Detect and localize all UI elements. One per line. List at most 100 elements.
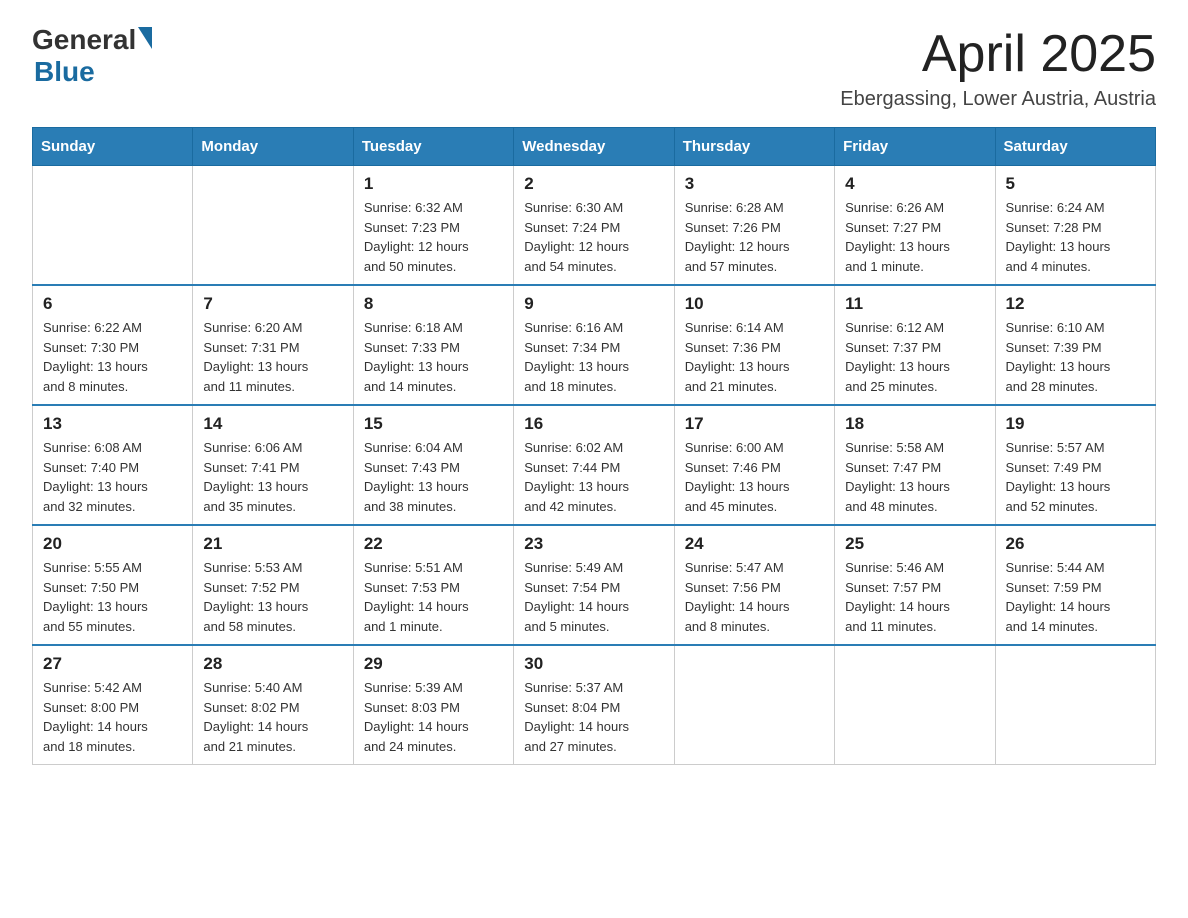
calendar-day-cell: 17 Sunrise: 6:00 AM Sunset: 7:46 PM Dayli… [674, 405, 834, 525]
calendar-day-cell: 11 Sunrise: 6:12 AM Sunset: 7:37 PM Dayli… [835, 285, 995, 405]
day-number: 28 [203, 654, 342, 674]
day-number: 16 [524, 414, 663, 434]
day-number: 18 [845, 414, 984, 434]
month-year-title: April 2025 [840, 24, 1156, 84]
day-info: Sunrise: 5:53 AM Sunset: 7:52 PM Dayligh… [203, 558, 342, 636]
day-number: 22 [364, 534, 503, 554]
day-info: Sunrise: 6:02 AM Sunset: 7:44 PM Dayligh… [524, 438, 663, 516]
day-info: Sunrise: 6:00 AM Sunset: 7:46 PM Dayligh… [685, 438, 824, 516]
day-number: 26 [1006, 534, 1145, 554]
calendar-day-cell: 16 Sunrise: 6:02 AM Sunset: 7:44 PM Dayli… [514, 405, 674, 525]
day-number: 15 [364, 414, 503, 434]
calendar-day-cell [33, 166, 193, 286]
calendar-day-header: Wednesday [514, 128, 674, 166]
calendar-day-cell [193, 166, 353, 286]
calendar-table: SundayMondayTuesdayWednesdayThursdayFrid… [32, 127, 1156, 765]
day-info: Sunrise: 6:18 AM Sunset: 7:33 PM Dayligh… [364, 318, 503, 396]
day-info: Sunrise: 6:22 AM Sunset: 7:30 PM Dayligh… [43, 318, 182, 396]
day-number: 19 [1006, 414, 1145, 434]
day-info: Sunrise: 6:12 AM Sunset: 7:37 PM Dayligh… [845, 318, 984, 396]
calendar-day-cell [835, 645, 995, 765]
day-number: 7 [203, 294, 342, 314]
location-subtitle: Ebergassing, Lower Austria, Austria [840, 88, 1156, 111]
day-info: Sunrise: 5:39 AM Sunset: 8:03 PM Dayligh… [364, 678, 503, 756]
day-number: 21 [203, 534, 342, 554]
calendar-day-cell: 20 Sunrise: 5:55 AM Sunset: 7:50 PM Dayli… [33, 525, 193, 645]
calendar-day-cell: 25 Sunrise: 5:46 AM Sunset: 7:57 PM Dayli… [835, 525, 995, 645]
day-info: Sunrise: 6:04 AM Sunset: 7:43 PM Dayligh… [364, 438, 503, 516]
day-number: 23 [524, 534, 663, 554]
calendar-day-cell: 3 Sunrise: 6:28 AM Sunset: 7:26 PM Daylig… [674, 166, 834, 286]
day-info: Sunrise: 6:20 AM Sunset: 7:31 PM Dayligh… [203, 318, 342, 396]
day-number: 29 [364, 654, 503, 674]
day-info: Sunrise: 5:44 AM Sunset: 7:59 PM Dayligh… [1006, 558, 1145, 636]
logo: General Blue [32, 24, 152, 88]
calendar-day-cell: 28 Sunrise: 5:40 AM Sunset: 8:02 PM Dayli… [193, 645, 353, 765]
calendar-day-cell: 6 Sunrise: 6:22 AM Sunset: 7:30 PM Daylig… [33, 285, 193, 405]
page-header: General Blue April 2025 Ebergassing, Low… [32, 24, 1156, 111]
day-number: 3 [685, 174, 824, 194]
day-number: 11 [845, 294, 984, 314]
day-info: Sunrise: 6:24 AM Sunset: 7:28 PM Dayligh… [1006, 198, 1145, 276]
calendar-day-cell: 27Sunrise: 5:42 AM Sunset: 8:00 PM Dayli… [33, 645, 193, 765]
calendar-day-cell: 15 Sunrise: 6:04 AM Sunset: 7:43 PM Dayli… [353, 405, 513, 525]
calendar-day-cell: 18 Sunrise: 5:58 AM Sunset: 7:47 PM Dayli… [835, 405, 995, 525]
calendar-week-row: 13 Sunrise: 6:08 AM Sunset: 7:40 PM Dayli… [33, 405, 1156, 525]
day-info: Sunrise: 6:32 AM Sunset: 7:23 PM Dayligh… [364, 198, 503, 276]
day-number: 9 [524, 294, 663, 314]
logo-blue-text: Blue [34, 56, 95, 88]
logo-arrow-icon [138, 27, 152, 49]
calendar-day-cell: 30 Sunrise: 5:37 AM Sunset: 8:04 PM Dayli… [514, 645, 674, 765]
title-section: April 2025 Ebergassing, Lower Austria, A… [840, 24, 1156, 111]
day-number: 1 [364, 174, 503, 194]
day-number: 27 [43, 654, 182, 674]
calendar-day-header: Monday [193, 128, 353, 166]
calendar-week-row: 6 Sunrise: 6:22 AM Sunset: 7:30 PM Daylig… [33, 285, 1156, 405]
calendar-day-cell: 10 Sunrise: 6:14 AM Sunset: 7:36 PM Dayli… [674, 285, 834, 405]
day-number: 10 [685, 294, 824, 314]
day-info: Sunrise: 6:16 AM Sunset: 7:34 PM Dayligh… [524, 318, 663, 396]
day-info: Sunrise: 5:58 AM Sunset: 7:47 PM Dayligh… [845, 438, 984, 516]
calendar-week-row: 27Sunrise: 5:42 AM Sunset: 8:00 PM Dayli… [33, 645, 1156, 765]
logo-general-text: General [32, 24, 136, 56]
day-number: 6 [43, 294, 182, 314]
calendar-day-header: Saturday [995, 128, 1155, 166]
day-number: 30 [524, 654, 663, 674]
day-number: 25 [845, 534, 984, 554]
calendar-day-cell: 5Sunrise: 6:24 AM Sunset: 7:28 PM Daylig… [995, 166, 1155, 286]
calendar-day-cell: 24 Sunrise: 5:47 AM Sunset: 7:56 PM Dayli… [674, 525, 834, 645]
calendar-day-cell: 26 Sunrise: 5:44 AM Sunset: 7:59 PM Dayli… [995, 525, 1155, 645]
calendar-day-header: Friday [835, 128, 995, 166]
day-info: Sunrise: 5:40 AM Sunset: 8:02 PM Dayligh… [203, 678, 342, 756]
calendar-day-cell: 19Sunrise: 5:57 AM Sunset: 7:49 PM Dayli… [995, 405, 1155, 525]
day-number: 12 [1006, 294, 1145, 314]
calendar-day-cell: 12 Sunrise: 6:10 AM Sunset: 7:39 PM Dayli… [995, 285, 1155, 405]
calendar-day-cell: 1 Sunrise: 6:32 AM Sunset: 7:23 PM Daylig… [353, 166, 513, 286]
calendar-header-row: SundayMondayTuesdayWednesdayThursdayFrid… [33, 128, 1156, 166]
calendar-day-cell [674, 645, 834, 765]
day-info: Sunrise: 6:28 AM Sunset: 7:26 PM Dayligh… [685, 198, 824, 276]
calendar-day-cell: 14Sunrise: 6:06 AM Sunset: 7:41 PM Dayli… [193, 405, 353, 525]
day-number: 8 [364, 294, 503, 314]
day-number: 13 [43, 414, 182, 434]
calendar-week-row: 1 Sunrise: 6:32 AM Sunset: 7:23 PM Daylig… [33, 166, 1156, 286]
day-info: Sunrise: 5:47 AM Sunset: 7:56 PM Dayligh… [685, 558, 824, 636]
calendar-day-cell: 4Sunrise: 6:26 AM Sunset: 7:27 PM Daylig… [835, 166, 995, 286]
day-info: Sunrise: 5:46 AM Sunset: 7:57 PM Dayligh… [845, 558, 984, 636]
day-number: 14 [203, 414, 342, 434]
day-info: Sunrise: 5:51 AM Sunset: 7:53 PM Dayligh… [364, 558, 503, 636]
day-number: 24 [685, 534, 824, 554]
day-info: Sunrise: 6:14 AM Sunset: 7:36 PM Dayligh… [685, 318, 824, 396]
day-number: 17 [685, 414, 824, 434]
day-info: Sunrise: 6:10 AM Sunset: 7:39 PM Dayligh… [1006, 318, 1145, 396]
calendar-day-cell: 23Sunrise: 5:49 AM Sunset: 7:54 PM Dayli… [514, 525, 674, 645]
calendar-day-cell [995, 645, 1155, 765]
day-info: Sunrise: 5:55 AM Sunset: 7:50 PM Dayligh… [43, 558, 182, 636]
day-info: Sunrise: 6:08 AM Sunset: 7:40 PM Dayligh… [43, 438, 182, 516]
calendar-day-cell: 21 Sunrise: 5:53 AM Sunset: 7:52 PM Dayli… [193, 525, 353, 645]
calendar-day-header: Tuesday [353, 128, 513, 166]
calendar-day-header: Thursday [674, 128, 834, 166]
day-info: Sunrise: 5:37 AM Sunset: 8:04 PM Dayligh… [524, 678, 663, 756]
calendar-day-header: Sunday [33, 128, 193, 166]
day-number: 20 [43, 534, 182, 554]
